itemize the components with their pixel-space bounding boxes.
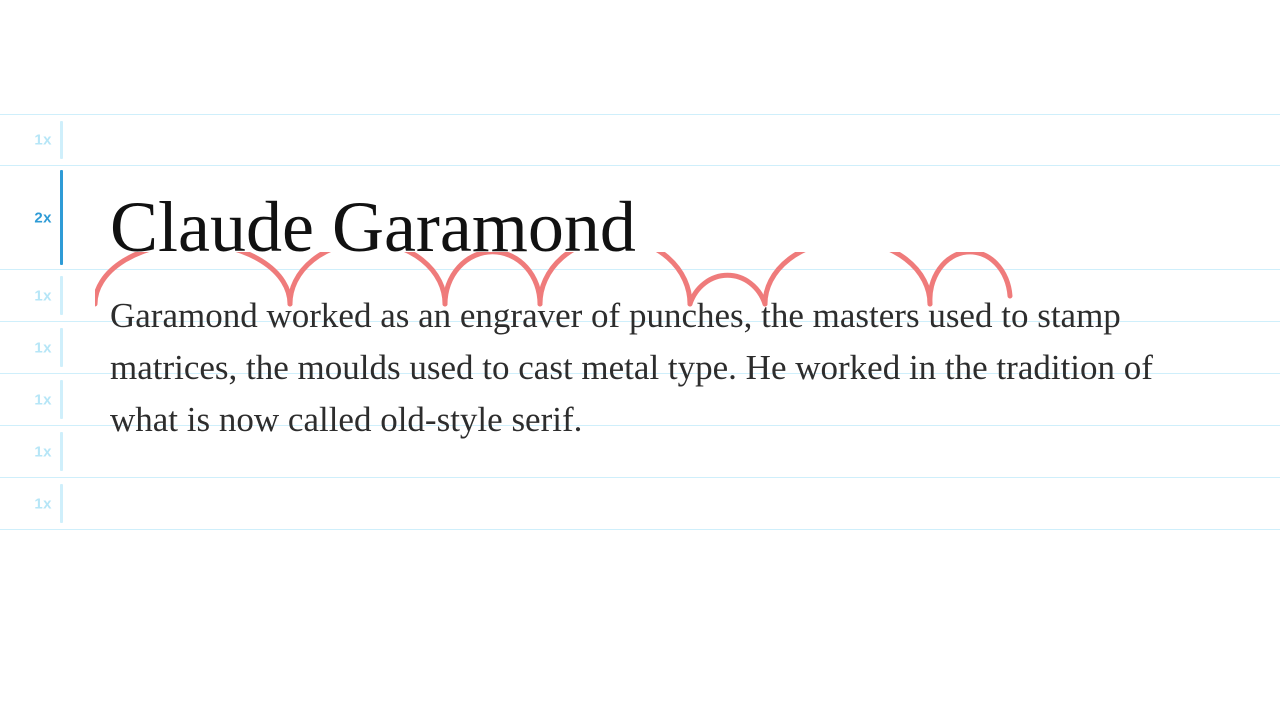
grid-row-heading: 2x Claude Garamond — [0, 166, 1280, 270]
row-tick — [60, 170, 63, 265]
row-tick — [60, 121, 63, 159]
row-tick — [60, 328, 63, 367]
body-paragraph: Garamond worked as an engraver of punche… — [110, 290, 1210, 446]
row-multiplier-label: 1x — [34, 287, 52, 304]
row-multiplier-label: 1x — [34, 443, 52, 460]
row-multiplier-label: 1x — [34, 339, 52, 356]
row-multiplier-label: 1x — [34, 495, 52, 512]
row-tick — [60, 484, 63, 523]
row-multiplier-label: 1x — [34, 132, 52, 149]
row-tick — [60, 432, 63, 471]
row-tick — [60, 276, 63, 315]
row-multiplier-label: 1x — [34, 391, 52, 408]
grid-row: 1x — [0, 114, 1280, 166]
row-tick — [60, 380, 63, 419]
grid-row: 1x — [0, 478, 1280, 530]
row-multiplier-label: 2x — [34, 209, 52, 226]
heading-text: Claude Garamond — [110, 191, 1240, 263]
